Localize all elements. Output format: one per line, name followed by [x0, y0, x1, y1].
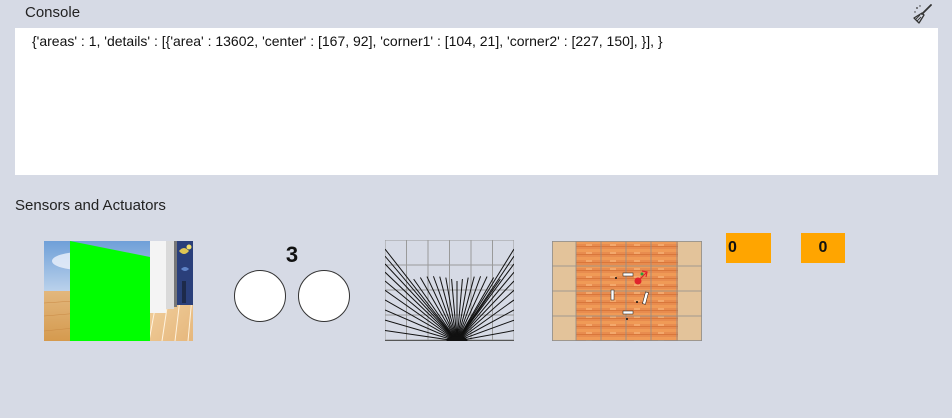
counter-left[interactable]: 0 [726, 233, 771, 263]
app-root: Console {'areas' : 1, 'details' : [{'are… [0, 0, 952, 418]
console-header: Console [0, 0, 952, 26]
camera-view [44, 241, 193, 341]
bumper-left[interactable] [234, 270, 286, 322]
lidar-view [385, 240, 514, 341]
console-text: {'areas' : 1, 'details' : [{'area' : 136… [32, 33, 663, 49]
console-output[interactable]: {'areas' : 1, 'details' : [{'area' : 136… [15, 28, 938, 175]
sensors-title: Sensors and Actuators [15, 197, 166, 214]
console-title: Console [25, 4, 81, 21]
counter-right[interactable]: 0 [801, 233, 845, 263]
detected-blob [70, 241, 150, 341]
map-view [552, 241, 702, 341]
bumper-count: 3 [285, 242, 299, 267]
bumper-right[interactable] [298, 270, 350, 322]
broom-icon[interactable] [912, 3, 934, 25]
bumper-sensor: 3 [232, 242, 352, 324]
